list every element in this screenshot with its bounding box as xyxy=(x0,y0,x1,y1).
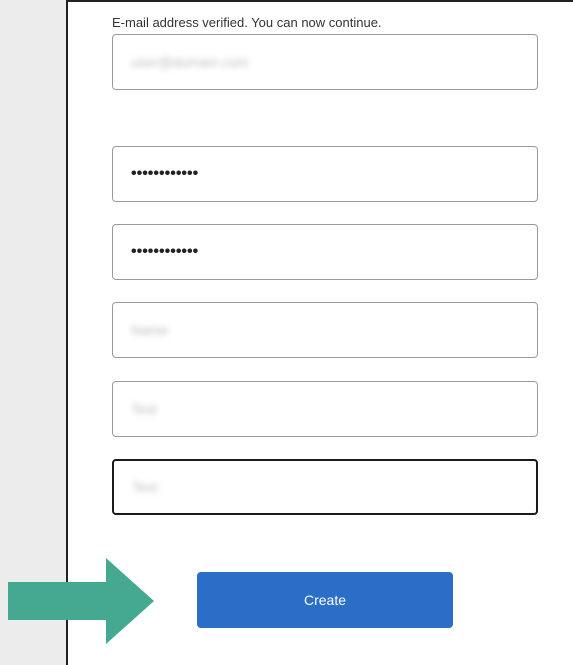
surname-field[interactable]: Text xyxy=(112,459,538,515)
display-name-value: Name xyxy=(131,322,169,338)
display-name-field[interactable]: Name xyxy=(112,302,538,358)
given-name-field[interactable]: Text xyxy=(112,381,538,437)
new-password-value: •••••••••••• xyxy=(131,165,199,182)
confirm-password-field[interactable]: •••••••••••• xyxy=(112,224,538,280)
create-button[interactable]: Create xyxy=(197,572,453,628)
confirm-password-value: •••••••••••• xyxy=(131,243,199,260)
page: E-mail address verified. You can now con… xyxy=(0,0,573,665)
email-field[interactable]: user@domain.com xyxy=(112,34,538,90)
email-field-value: user@domain.com xyxy=(131,54,249,70)
new-password-field[interactable]: •••••••••••• xyxy=(112,146,538,202)
email-verified-message: E-mail address verified. You can now con… xyxy=(112,15,382,30)
surname-value: Text xyxy=(132,479,158,495)
right-arrow-icon xyxy=(8,558,154,644)
given-name-value: Text xyxy=(131,401,157,417)
